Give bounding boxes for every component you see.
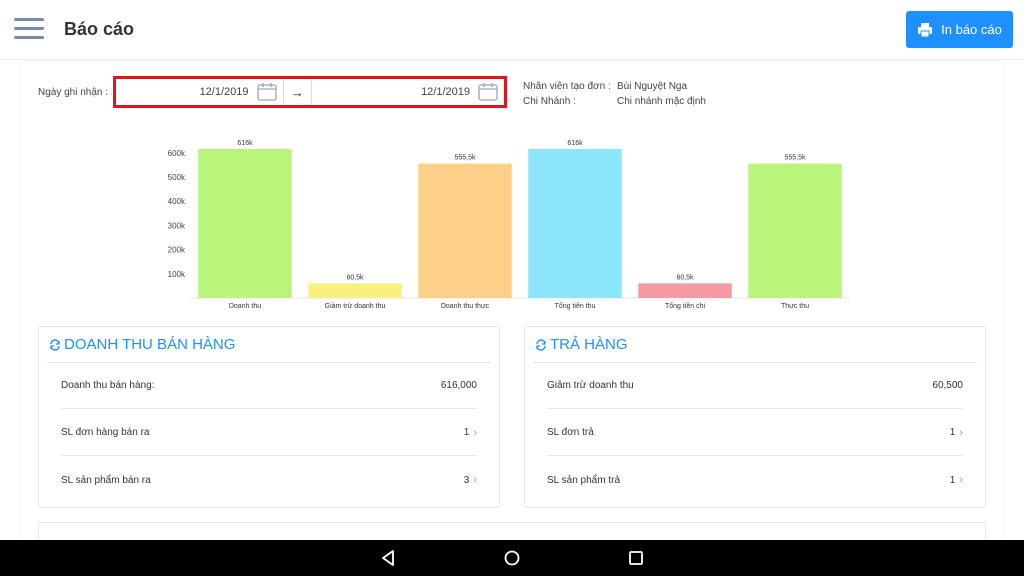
home-circle-icon[interactable] [502,548,522,568]
y-tick-label: 200k [168,246,186,255]
row-value: 60,500 [932,380,963,391]
bar-data-label: 616k [237,140,253,147]
y-tick-label: 600k [168,149,186,158]
creator-info: Nhân viên tạo đơn : Bùi Nguyệt Nga [523,81,687,92]
row-label: SL đơn trả [547,427,594,438]
chevron-right-icon: › [959,474,963,486]
x-tick-label: Tổng tiền chi [665,301,706,310]
calendar-icon[interactable] [478,82,498,101]
print-report-button[interactable]: In báo cáo [906,11,1013,48]
chart-bar [198,148,292,298]
to-date-field[interactable]: 12/1/2019 [310,79,504,105]
return-orders-row[interactable]: SL đơn trả 1 › [547,410,963,456]
returns-card-title: Trả hàng [535,336,628,353]
row-label: SL sản phẩm trả [547,474,621,486]
range-arrow-icon: → [290,84,304,100]
next-section-card [38,522,986,540]
x-tick-label: Doanh thu [229,303,261,310]
revenue-bar-chart: 100k 200k 300k 400k 500k 600k 616k Doanh thu 60,… [168,140,850,310]
to-date-value: 12/1/2019 [421,86,470,98]
x-tick-label: Thực thu [781,303,809,310]
row-label: SL sản phẩm bán ra [61,474,151,486]
returns-card: Trả hàng Giảm trừ doanh thu 60,500 SL đơ… [524,326,986,508]
chart-bar [528,148,622,298]
row-value: 1 [463,427,470,438]
branch-value: Chi nhánh mặc định [617,96,706,107]
row-value: 1 [949,474,956,486]
branch-label: Chi Nhánh : [523,96,576,107]
bar-data-label: 60,5k [676,274,694,281]
chart-bar [308,283,402,298]
y-tick-label: 500k [168,173,186,182]
row-label: SL đơn hàng bán ra [61,427,150,438]
row-value: 1 [949,427,956,438]
bar-data-label: 60,5k [346,274,364,281]
from-date-value: 12/1/2019 [199,86,249,98]
page-title: Báo cáo [64,19,135,39]
print-report-label: In báo cáo [941,22,1002,37]
calendar-icon[interactable] [256,82,277,101]
printer-icon [918,22,933,37]
recents-square-icon[interactable] [626,548,646,568]
sales-card-title: Doanh thu bán hàng [49,336,235,353]
sales-orders-row[interactable]: SL đơn hàng bán ra 1 › [61,410,477,456]
sales-products-row[interactable]: SL sản phẩm bán ra 3 › [61,457,477,503]
date-range-picker[interactable]: 12/1/2019 → 12/1/2019 [113,76,507,108]
hamburger-icon[interactable] [14,18,44,40]
row-label: Giảm trừ doanh thu [547,380,634,391]
returns-card-title-text: Trả hàng [550,336,628,353]
x-tick-label: Tổng tiền thu [555,301,596,310]
row-value: 3 [463,474,470,486]
refresh-icon [536,338,546,351]
y-tick-label: 100k [168,270,186,279]
chevron-right-icon: › [959,426,963,439]
y-tick-label: 400k [168,197,186,206]
creator-label: Nhân viên tạo đơn : [523,81,611,92]
row-value: 616,000 [440,380,477,391]
branch-info: Chi Nhánh : Chi nhánh mặc định [523,96,706,107]
system-nav-bar [0,540,1024,576]
back-triangle-icon[interactable] [378,548,398,568]
x-tick-label: Giảm trừ doanh thu [325,303,386,310]
bar-data-label: 616k [567,140,583,147]
chart-bar [748,163,842,298]
bar-data-label: 555,5k [454,155,476,162]
app-header: Báo cáo In báo cáo [0,0,1024,60]
return-products-row[interactable]: SL sản phẩm trả 1 › [547,457,963,503]
chevron-right-icon: › [473,474,477,486]
creator-value: Bùi Nguyệt Nga [617,81,688,92]
from-date-field[interactable]: 12/1/2019 [116,79,284,105]
sales-card-title-text: Doanh thu bán hàng [64,336,236,353]
x-tick-label: Doanh thu thực [441,303,490,310]
date-label: Ngày ghi nhận : [38,87,109,98]
row-label: Doanh thu bán hàng: [61,380,155,391]
bar-data-label: 555,5k [784,155,806,162]
y-tick-label: 300k [168,221,186,230]
chart-bar [418,163,512,298]
sales-revenue-row: Doanh thu bán hàng: 616,000 [61,363,477,409]
refresh-icon [50,338,60,351]
chart-bar [638,283,732,298]
chevron-right-icon: › [473,426,477,439]
sales-revenue-card: Doanh thu bán hàng Doanh thu bán hàng: 6… [38,326,500,508]
revenue-deduction-row: Giảm trừ doanh thu 60,500 [547,363,963,409]
